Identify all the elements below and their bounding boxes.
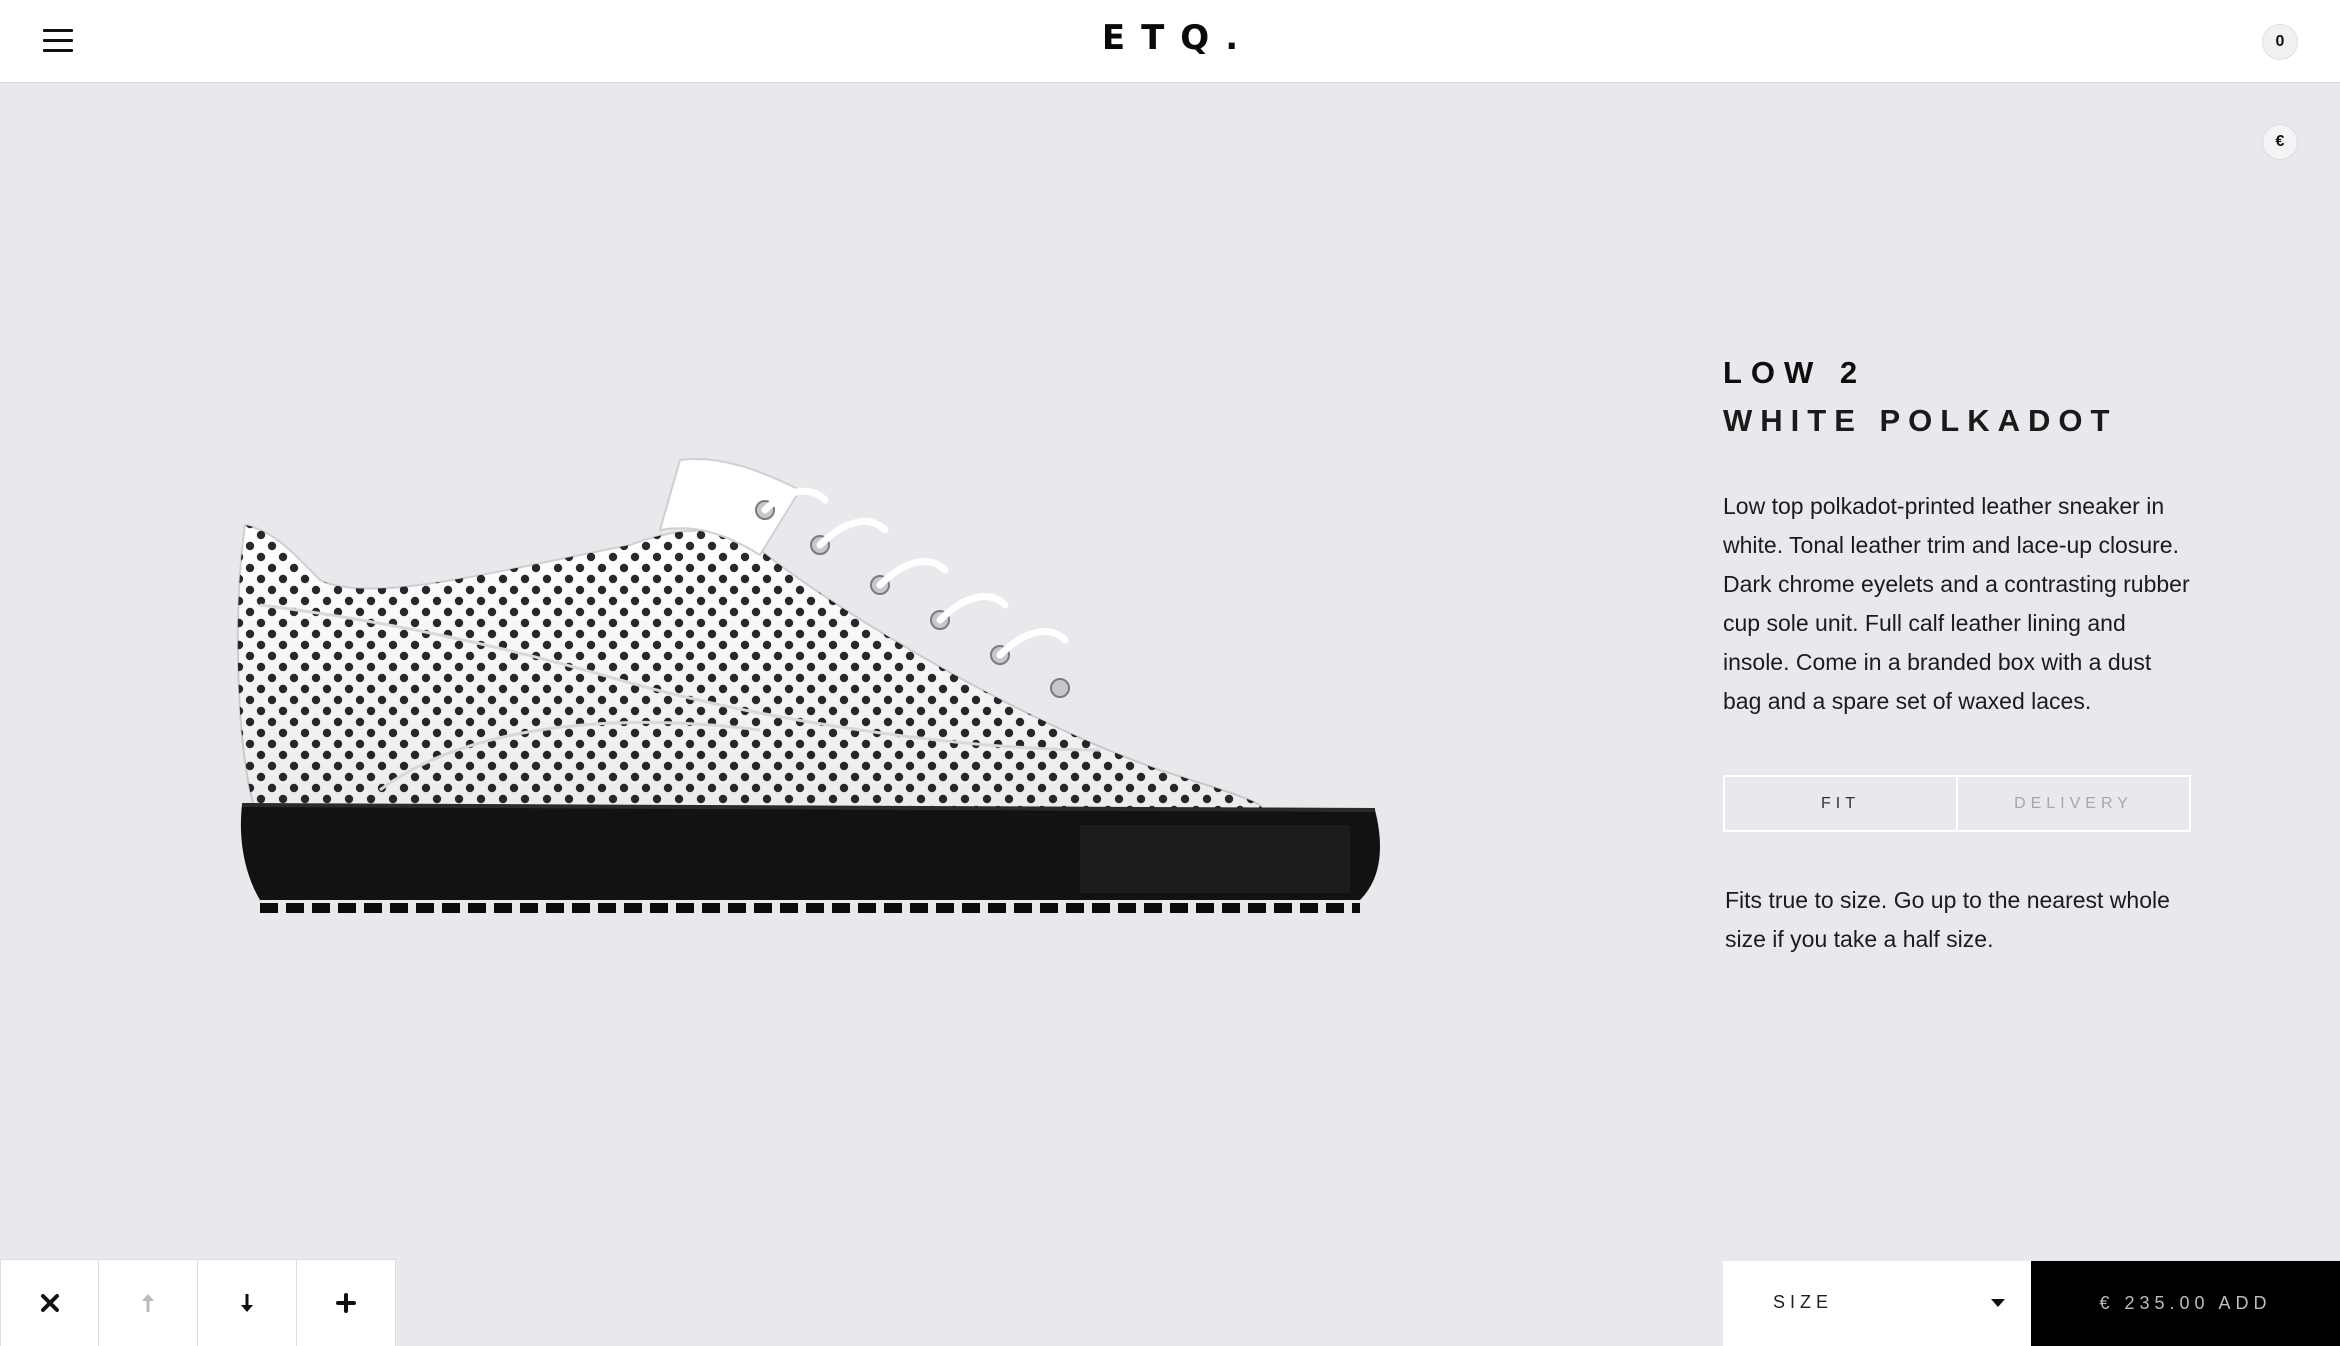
arrow-down-icon	[241, 1294, 253, 1312]
size-select-label: SIZE	[1773, 1292, 1834, 1312]
site-header: ETQ. 0	[0, 0, 2340, 83]
close-icon	[40, 1294, 59, 1312]
product-image	[200, 430, 1460, 950]
add-to-cart-button[interactable]: € 235.00 ADD	[2031, 1261, 2340, 1346]
chevron-down-icon	[1991, 1299, 2005, 1307]
product-name: LOW 2	[1723, 355, 1867, 390]
product-variant: WHITE POLKADOT	[1723, 403, 2118, 438]
currency-button[interactable]: €	[2262, 124, 2298, 160]
arrow-up-icon	[142, 1294, 154, 1312]
cart-count-badge[interactable]: 0	[2262, 24, 2298, 60]
plus-icon	[336, 1293, 356, 1313]
next-button[interactable]	[198, 1259, 297, 1346]
brand-logo[interactable]: ETQ.	[0, 18, 2340, 58]
info-tabs: FIT DELIVERY	[1723, 775, 2191, 832]
product-info: LOW 2 WHITE POLKADOT Low top polkadot-pr…	[1723, 355, 2193, 959]
fit-description: Fits true to size. Go up to the nearest …	[1725, 887, 2170, 952]
close-button[interactable]	[0, 1259, 99, 1346]
previous-button[interactable]	[99, 1259, 198, 1346]
tab-fit[interactable]: FIT	[1725, 777, 1956, 830]
size-select[interactable]: SIZE	[1723, 1261, 2031, 1346]
product-nav	[0, 1259, 396, 1346]
add-to-wishlist-button[interactable]	[297, 1259, 396, 1346]
product-description: Low top polkadot-printed leather sneaker…	[1723, 493, 2190, 714]
tab-delivery[interactable]: DELIVERY	[1956, 777, 2189, 830]
